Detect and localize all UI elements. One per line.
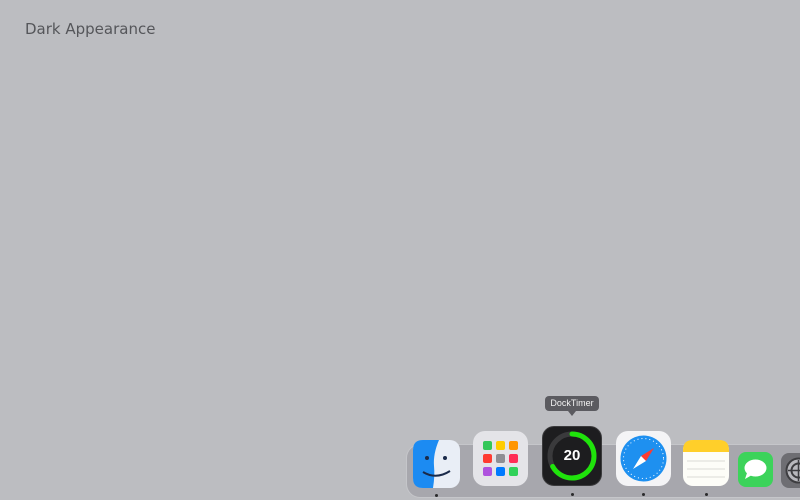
running-indicator [704,493,708,496]
appearance-label: Dark Appearance [25,20,156,38]
dock-item-safari[interactable] [616,431,671,496]
running-indicator [570,493,574,496]
dock-tooltip: DockTimer [545,396,599,416]
timer-value: 20 [563,447,581,464]
launchpad-icon [473,431,528,486]
notes-icon [683,440,729,486]
dock-item-messages[interactable] [738,452,773,487]
running-indicator [435,494,438,497]
safari-icon [616,431,671,486]
messages-icon [738,452,773,487]
dock-item-launchpad[interactable] [473,431,528,486]
settings-icon [781,453,800,488]
finder-icon [413,440,460,488]
dock-item-system-settings[interactable] [781,453,800,488]
running-indicator [642,493,645,496]
dock-item-finder[interactable] [413,440,460,497]
dock-item-docktimer[interactable]: 20 [542,426,602,496]
dock-item-notes[interactable] [683,440,729,496]
